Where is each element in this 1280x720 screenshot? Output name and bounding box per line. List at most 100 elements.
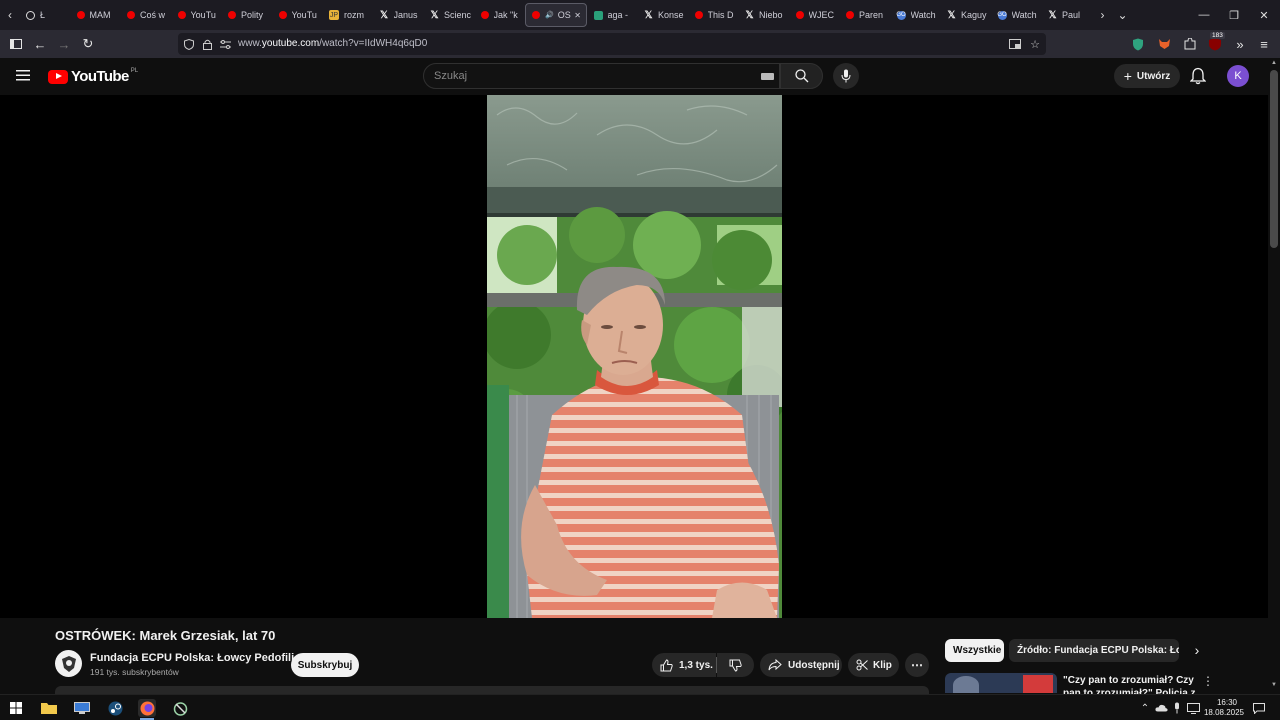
notifications-chat-icon[interactable] [1252,701,1266,715]
steam-icon[interactable] [106,699,124,717]
x-logo-favicon-icon: 𝕏 [430,9,439,21]
keyboard-icon[interactable] [761,73,774,80]
browser-tab[interactable]: 𝕏 Scienc [424,3,474,27]
browser-tab[interactable]: JP rozm [323,3,373,27]
browser-tab[interactable]: aga - [588,3,638,27]
search-box[interactable] [423,63,780,89]
back-arrow-icon[interactable]: ← [30,34,50,54]
tab-close-icon[interactable]: ✕ [574,11,581,20]
search-input[interactable] [434,70,734,82]
extension-shield-icon[interactable] [1128,34,1148,54]
lock-icon[interactable] [200,37,214,51]
browser-tab[interactable]: 𝕏 Kaguy [941,3,991,27]
chip-all[interactable]: Wszystkie [945,639,1004,662]
account-avatar[interactable]: K [1227,65,1249,87]
x-logo-favicon-icon: 𝕏 [379,9,389,21]
extension-fox-icon[interactable] [1154,34,1174,54]
recommendation-thumbnail[interactable] [945,673,1057,693]
voice-search-button[interactable] [833,63,859,89]
region-code: PL [130,67,139,74]
subscribe-button[interactable]: Subskrybuj [291,653,359,677]
microphone-tray-icon[interactable] [1170,701,1184,715]
browser-tab-active[interactable]: 🔊 OS ✕ [525,3,587,27]
restore-window-icon[interactable]: ❐ [1218,0,1250,30]
this-pc-monitor-icon[interactable] [73,699,91,717]
browser-tab[interactable]: YouTu [172,3,222,27]
browser-tab[interactable]: Coś w [121,3,171,27]
browser-tab[interactable]: MAM [71,3,121,27]
recommendation-menu-kebab-icon[interactable]: ⋮ [1201,674,1215,688]
firefox-taskbar-icon[interactable] [138,699,156,717]
picture-in-picture-icon[interactable] [1008,37,1022,51]
search-button[interactable] [780,63,823,89]
browser-tab[interactable]: GO Watch [891,3,941,27]
youtube-favicon-icon [795,11,804,19]
recommendation-title[interactable]: "Czy pan to zrozumiał? Czy pan to zrozum… [1063,674,1197,694]
notifications-bell-icon[interactable] [1189,67,1208,85]
browser-tab-label: Jak "k [493,10,518,20]
guide-menu-hamburger-icon[interactable] [16,68,34,84]
create-button[interactable]: + Utwórz [1114,64,1180,88]
channel-avatar[interactable] [55,650,82,677]
extension-ublock-icon[interactable]: 183 [1205,32,1225,54]
tab-list-chevron-down-icon[interactable]: ⌄ [1113,3,1133,27]
description-box[interactable] [55,686,929,694]
browser-tab[interactable]: This D [689,3,739,27]
scroll-up-arrow-icon[interactable]: ▲ [1271,60,1277,66]
file-explorer-folder-icon[interactable] [40,699,58,717]
onedrive-cloud-icon[interactable] [1154,701,1168,715]
channel-name-link[interactable]: Fundacja ECPU Polska: Łowcy Pedofili [90,652,294,664]
browser-tab[interactable]: YouTu [273,3,323,27]
share-button[interactable]: Udostępnij [760,653,842,677]
more-actions-button[interactable]: ⋯ [905,653,929,677]
browser-tab[interactable]: Ł [20,3,70,27]
like-button[interactable]: 1,3 tys. [652,653,716,677]
app-launcher-icon[interactable] [171,699,189,717]
bookmark-star-icon[interactable]: ☆ [1028,37,1042,51]
browser-tab[interactable]: Paren [840,3,890,27]
tab-scroll-right-icon[interactable]: › [1093,3,1113,27]
extensions-puzzle-icon[interactable] [1180,34,1200,54]
dislike-button[interactable] [717,653,754,677]
tab-scroll-left-icon[interactable]: ‹ [0,3,20,27]
chip-source-channel[interactable]: Źródło: Fundacja ECPU Polska: Łowcy [1009,639,1179,662]
like-count: 1,3 tys. [679,659,713,671]
clock-date[interactable]: 18.08.2025 [1200,708,1248,717]
search-icon [794,69,808,83]
clip-button[interactable]: Klip [848,653,899,677]
tray-expand-chevron-icon[interactable]: ⌃ [1138,701,1152,715]
browser-tab[interactable]: 𝕏 Paul [1042,3,1092,27]
minimize-window-icon[interactable]: — [1188,0,1220,30]
windows-start-icon[interactable] [7,699,25,717]
video-player[interactable] [0,95,1268,618]
more-tools-chevron-icon[interactable]: » [1230,34,1250,54]
address-bar[interactable]: www.youtube.com/watch?v=IIdWH4q6qD0 ☆ [178,33,1046,55]
browser-tab[interactable]: 𝕏 Niebo [739,3,789,27]
browser-tab[interactable]: WJEC [790,3,840,27]
page-scrollbar[interactable]: ▲ ▼ [1268,58,1280,692]
reload-icon[interactable]: ↻ [78,34,98,54]
scrollbar-thumb[interactable] [1270,70,1278,248]
forward-arrow-icon[interactable]: → [54,34,74,54]
browser-tab-label: Scienc [444,10,472,20]
browser-tab[interactable]: Polity [222,3,272,27]
thumbs-down-icon [729,659,742,672]
scroll-down-arrow-icon[interactable]: ▼ [1271,682,1277,688]
tracking-shield-icon[interactable] [182,37,196,51]
browser-tab[interactable]: GO Watch [992,3,1042,27]
url-text[interactable]: www.youtube.com/watch?v=IIdWH4q6qD0 [238,38,427,49]
close-window-icon[interactable]: ✕ [1248,0,1280,30]
video-frame[interactable] [487,95,782,618]
browser-tab[interactable]: 𝕏 Konse [638,3,688,27]
tab-audio-speaker-icon[interactable]: 🔊 [545,11,554,19]
sidebar-toggle-icon[interactable] [6,34,26,54]
youtube-logo[interactable]: YouTube PL [48,68,138,85]
network-monitor-icon[interactable] [1186,701,1200,715]
browser-tab-label: Konse [658,10,684,20]
app-menu-hamburger-icon[interactable]: ≡ [1254,34,1274,54]
browser-tab[interactable]: 𝕏 Janus [374,3,424,27]
chips-next-chevron-icon[interactable]: › [1189,641,1205,659]
browser-tab[interactable]: Jak "k [475,3,525,27]
permissions-icon[interactable] [218,37,232,51]
clock-time[interactable]: 16:30 [1207,698,1247,707]
